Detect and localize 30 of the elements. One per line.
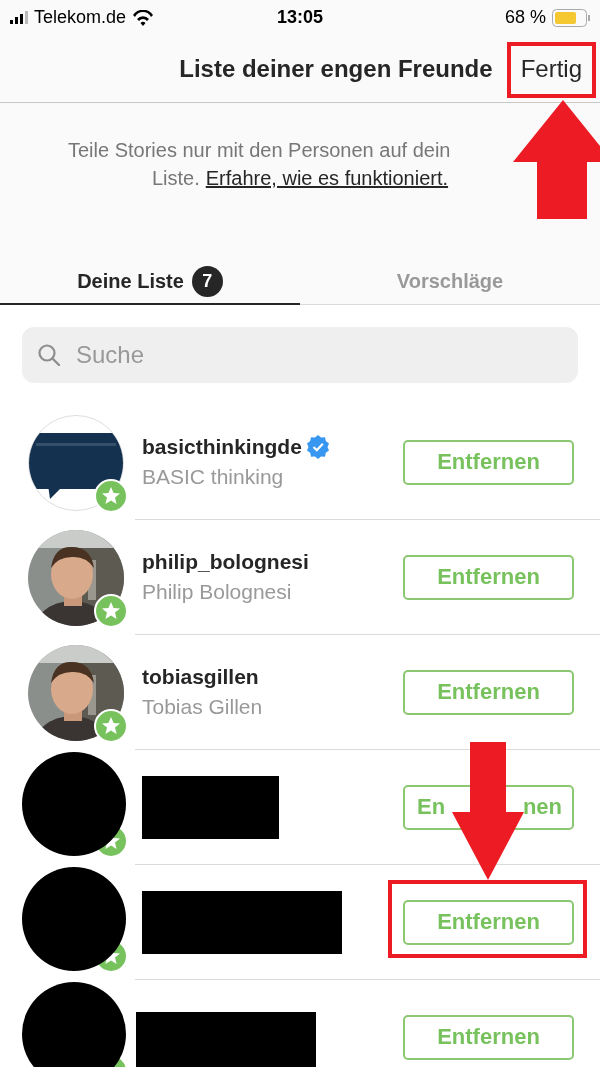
full-name: BASIC thinking	[142, 465, 285, 489]
signal-icon	[10, 11, 28, 24]
carrier-name: Telekom.de	[34, 7, 127, 28]
learn-more-link[interactable]: Erfahre, wie es funktioniert.	[205, 167, 449, 189]
full-name: Philip Bolognesi	[142, 580, 293, 604]
remove-button[interactable]: Entfernen	[403, 669, 574, 715]
username: tobiasgillen	[142, 665, 259, 689]
remove-button[interactable]: Entfernen	[403, 554, 574, 600]
username: philip_bolognesi	[142, 550, 309, 574]
star-badge-icon	[94, 478, 128, 513]
info-text: Teile Stories nur mit den Personen auf dein	[67, 138, 452, 163]
arrow-icon	[512, 99, 600, 219]
remove-button[interactable]: Entfernen	[403, 439, 574, 485]
full-name: Tobias Gillen	[142, 695, 263, 719]
wifi-icon	[132, 9, 155, 26]
star-badge-icon	[94, 593, 128, 628]
tab[interactable]: Deine Liste 7	[0, 270, 300, 305]
remove-button[interactable]: Entfernen	[403, 899, 574, 945]
screen-title: Liste deiner engen Freunde	[179, 54, 493, 83]
remove-button[interactable]: Entfernen	[403, 1014, 574, 1060]
username: basicthinkingde	[142, 435, 302, 459]
star-badge-icon	[94, 708, 128, 743]
tab[interactable]: Vorschläge	[300, 270, 600, 305]
search-field[interactable]: Suche	[22, 327, 578, 383]
info-text: Liste.	[151, 167, 200, 189]
battery-icon	[552, 8, 590, 27]
clock-time: 13:05	[277, 7, 323, 28]
battery-percent: 68 %	[504, 7, 546, 28]
count-badge: 7	[191, 266, 223, 297]
done-button[interactable]: Fertig	[516, 50, 586, 87]
